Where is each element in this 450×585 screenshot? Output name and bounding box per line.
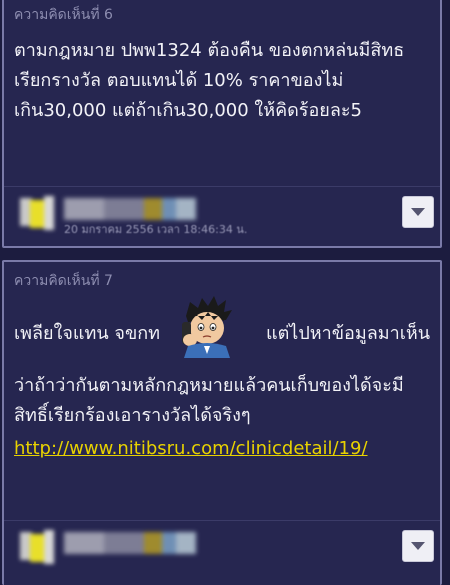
chevron-down-icon (411, 542, 425, 550)
avatar[interactable] (20, 196, 56, 232)
comment-menu-button[interactable] (402, 530, 434, 562)
comment-text-line: สิทธิ์เรียกร้องเอารางวัลได้จริงๆ (14, 405, 251, 426)
comment-text-line: เกิน30,000 แต่ถ้าเกิน30,000 ให้คิดร้อยละ… (14, 100, 362, 121)
post-timestamp: 20 มกราคม 2556 เวลา 18:46:34 น. (64, 223, 248, 236)
comment-text-line: เรียกรางวัล ตอบแทนได้ 10% ราคาของไม่ (14, 70, 344, 91)
author-name-blurred[interactable] (64, 198, 204, 220)
external-link[interactable]: http://www.nitibsru.com/clinicdetail/19/ (14, 438, 368, 459)
author-name-blurred[interactable] (64, 532, 204, 554)
comment-menu-button[interactable] (402, 196, 434, 228)
author-row: 20 มกราคม 2556 เวลา 18:46:34 น. (4, 190, 440, 240)
comment-thread: ความคิดเห็นที่ 6 ตามกฎหมาย ปพพ1324 ต้องค… (0, 0, 450, 585)
divider (4, 520, 440, 521)
author-row (4, 524, 440, 574)
comment-card-7: ความคิดเห็นที่ 7 เพลียใจแทน จขกท แต่ไปหา… (2, 260, 442, 585)
comment-text-line: ตามกฎหมาย ปพพ1324 ต้องคืน ของตกหล่นมีสิท… (14, 40, 405, 61)
comment-text-line: แต่ไปหาข้อมูลมาเห็น (266, 323, 431, 344)
comment-number: ความคิดเห็นที่ 6 (14, 7, 113, 23)
chevron-down-icon (411, 208, 425, 216)
comment-text-line: ว่าถ้าว่ากันตามหลักกฎหมายแล้วคนเก็บของได… (14, 375, 404, 396)
phone-call-emoticon (182, 296, 232, 358)
comment-text-line: เพลียใจแทน จขกท (14, 323, 161, 344)
comment-number: ความคิดเห็นที่ 7 (14, 273, 113, 289)
divider (4, 186, 440, 187)
comment-card-6: ความคิดเห็นที่ 6 ตามกฎหมาย ปพพ1324 ต้องค… (2, 0, 442, 248)
avatar[interactable] (20, 530, 56, 566)
comment-body: ตามกฎหมาย ปพพ1324 ต้องคืน ของตกหล่นมีสิท… (14, 36, 430, 126)
